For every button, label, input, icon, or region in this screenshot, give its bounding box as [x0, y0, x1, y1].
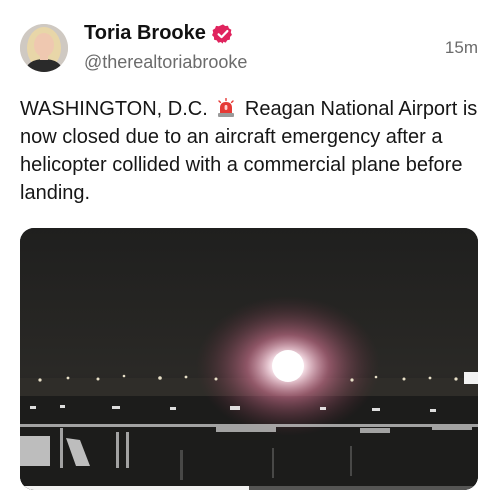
post-card[interactable]: Toria Brooke @therealtoriabrooke 15m WAS… — [0, 0, 498, 500]
author-row: Toria Brooke — [84, 22, 234, 45]
video-progress-fill — [20, 486, 249, 490]
avatar-image — [20, 24, 68, 72]
display-name[interactable]: Toria Brooke — [84, 22, 206, 45]
siren-icon — [218, 98, 235, 117]
media-video[interactable] — [20, 228, 478, 490]
timestamp[interactable]: 15m — [445, 38, 478, 58]
night-airport-video-frame — [20, 228, 478, 490]
avatar[interactable] — [20, 24, 68, 72]
post-text: WASHINGTON, D.C. Reagan National Airport… — [20, 95, 480, 207]
user-handle[interactable]: @therealtoriabrooke — [84, 52, 247, 73]
verified-badge-icon — [211, 23, 232, 44]
video-progress-bar[interactable] — [20, 486, 478, 490]
post-text-prefix: WASHINGTON, D.C. — [20, 98, 208, 120]
